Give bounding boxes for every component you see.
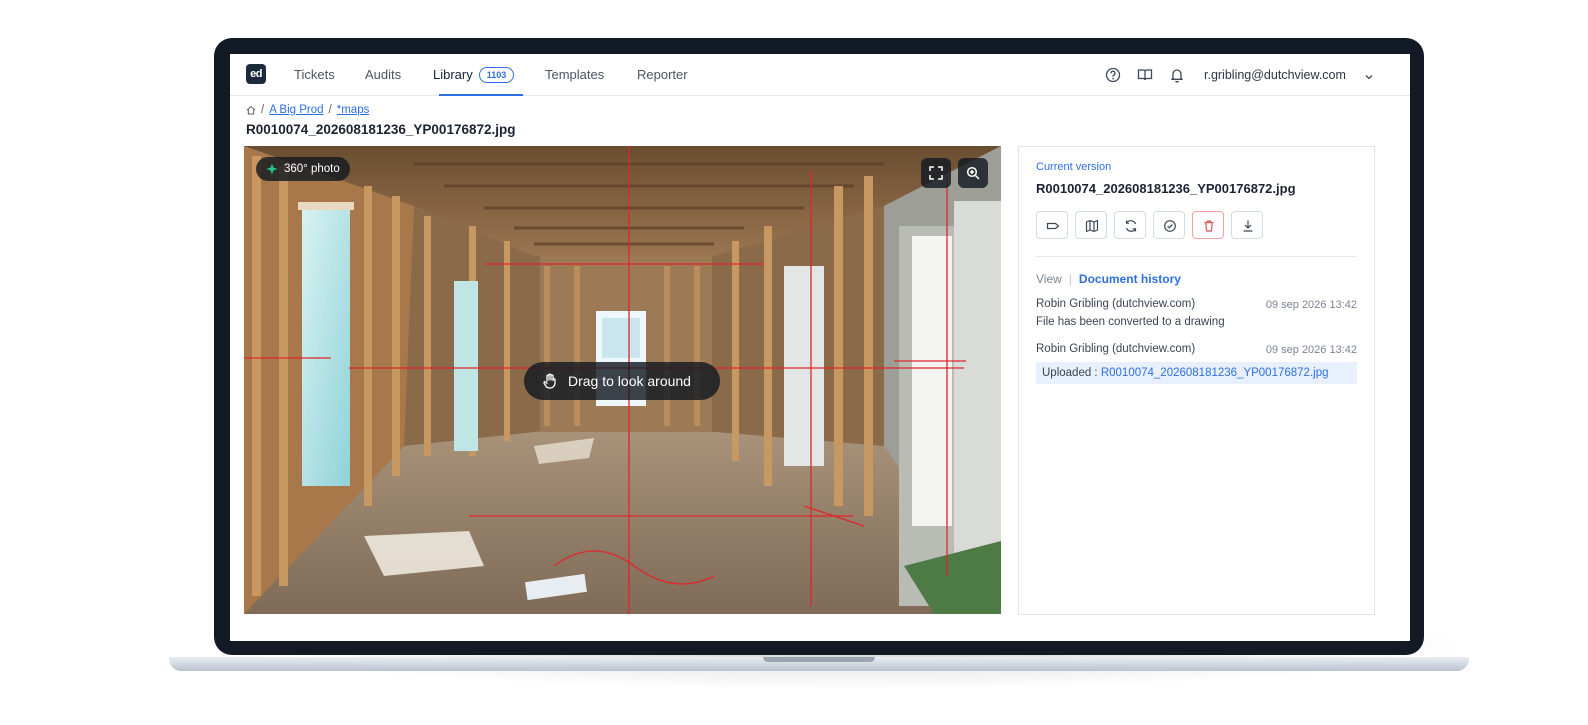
book-icon[interactable] (1136, 66, 1154, 84)
map-icon (1085, 219, 1099, 233)
tag-button[interactable] (1036, 211, 1068, 239)
tab-label: Reporter (637, 67, 688, 82)
app-screen: ed Tickets Audits Library 1103 Templates … (230, 54, 1410, 641)
active-tab-indicator (439, 94, 523, 96)
delete-button[interactable] (1192, 211, 1224, 239)
tab-library[interactable]: Library 1103 (433, 54, 515, 96)
tab-templates[interactable]: Templates (545, 54, 604, 96)
uploaded-file-link[interactable]: R0010074_202608181236_YP00176872.jpg (1101, 367, 1329, 379)
version-file-name: R0010074_202608181236_YP00176872.jpg (1036, 181, 1296, 196)
upload-prefix: Uploaded : (1042, 367, 1098, 379)
top-navigation: ed Tickets Audits Library 1103 Templates … (230, 54, 1410, 96)
bell-icon[interactable] (1168, 66, 1186, 84)
tab-document-history[interactable]: Document history (1079, 272, 1181, 286)
library-count-badge: 1103 (478, 67, 515, 83)
app-logo[interactable]: ed (246, 64, 266, 84)
chevron-down-icon[interactable] (1364, 69, 1374, 80)
breadcrumb-separator: / (261, 104, 265, 116)
zoom-button[interactable] (958, 158, 988, 188)
home-icon[interactable] (246, 105, 256, 115)
check-circle-icon (1164, 220, 1176, 232)
breadcrumb-project-link[interactable]: A Big Prod (269, 104, 323, 116)
approve-button[interactable] (1153, 211, 1185, 239)
panel-tabs: View | Document history (1036, 272, 1181, 286)
refresh-icon (1125, 220, 1137, 232)
download-button[interactable] (1231, 211, 1263, 239)
hand-icon (543, 373, 556, 389)
trash-icon (1204, 220, 1214, 232)
tab-label: Audits (365, 67, 402, 82)
tab-tickets[interactable]: Tickets (294, 54, 335, 96)
tab-label: Templates (545, 67, 605, 82)
history-entry-author: Robin Gribling (dutchview.com) (1036, 298, 1196, 310)
history-entry-time: 09 sep 2026 13:42 (1265, 344, 1357, 356)
tab-label: Library (433, 67, 473, 82)
compass-icon (266, 163, 278, 175)
fullscreen-icon (929, 166, 943, 180)
panorama-viewer[interactable]: 360° photo Drag to look around (244, 146, 1001, 614)
breadcrumb-separator: / (328, 104, 332, 116)
tab-label: Tickets (294, 67, 335, 82)
product-shot: ed Tickets Audits Library 1103 Templates … (0, 0, 1588, 725)
page-title: R0010074_202608181236_YP00176872.jpg (246, 122, 516, 137)
history-entry-time: 09 sep 2026 13:42 (1265, 299, 1357, 311)
drag-hint: Drag to look around (524, 362, 720, 400)
map-button[interactable] (1075, 211, 1107, 239)
version-label: Current version (1036, 161, 1112, 173)
tab-view[interactable]: View (1036, 272, 1062, 286)
fullscreen-button[interactable] (921, 158, 951, 188)
history-entry-message: File has been converted to a drawing (1036, 316, 1225, 328)
tag-icon (1046, 222, 1060, 230)
tab-reporter[interactable]: Reporter (637, 54, 688, 96)
drag-hint-label: Drag to look around (568, 373, 691, 389)
tab-audits[interactable]: Audits (365, 54, 401, 96)
refresh-button[interactable] (1114, 211, 1146, 239)
laptop-notch (763, 657, 875, 662)
panorama-badge-label: 360° photo (284, 163, 340, 175)
tab-separator: | (1068, 272, 1072, 286)
help-icon[interactable] (1104, 66, 1122, 84)
breadcrumb: / A Big Prod / *maps (246, 104, 369, 116)
history-entry-author: Robin Gribling (dutchview.com) (1036, 343, 1196, 355)
zoom-in-icon (966, 166, 980, 180)
document-panel: Current version R0010074_202608181236_YP… (1018, 146, 1375, 615)
history-entry-upload: Uploaded : R0010074_202608181236_YP00176… (1036, 362, 1357, 384)
panel-divider (1036, 256, 1357, 257)
user-menu[interactable]: r.gribling@dutchview.com (1204, 54, 1346, 96)
breadcrumb-folder-link[interactable]: *maps (337, 104, 370, 116)
download-icon (1243, 220, 1253, 232)
panorama-badge: 360° photo (256, 157, 350, 181)
